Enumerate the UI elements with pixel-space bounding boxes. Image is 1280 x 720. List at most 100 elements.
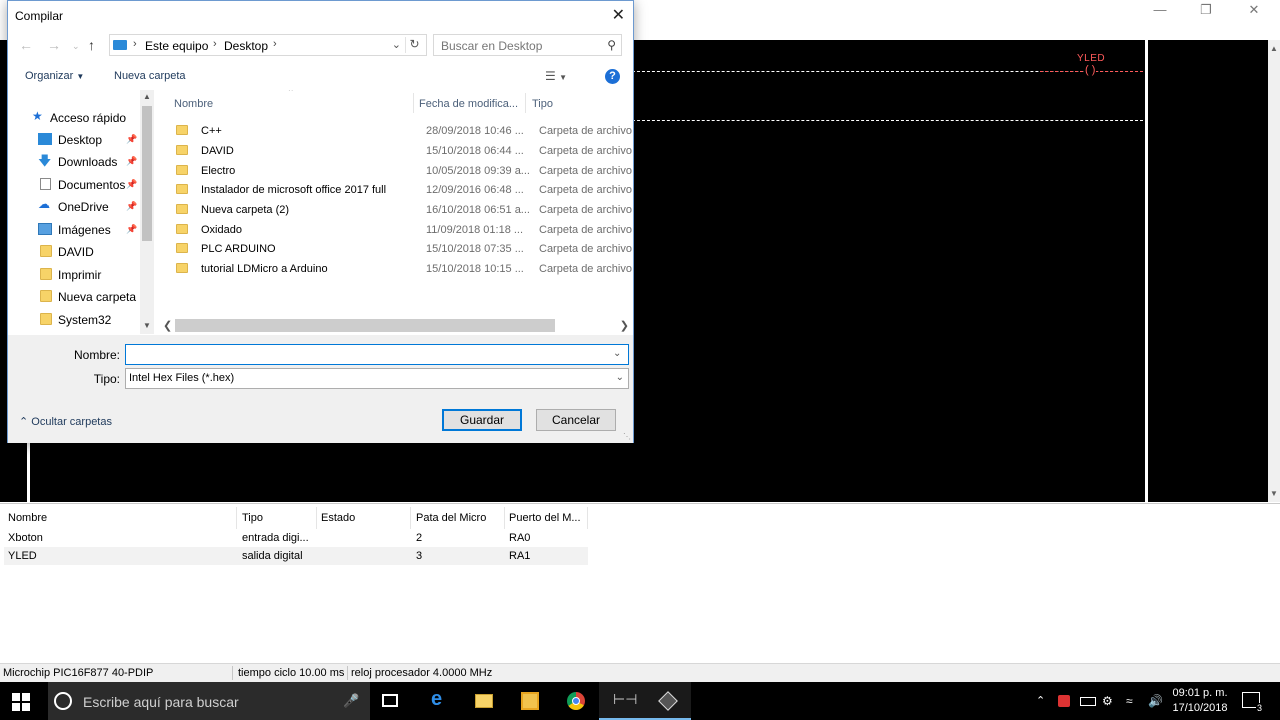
notification-count-badge: 3: [1255, 703, 1263, 713]
column-header-name[interactable]: Nombre: [174, 98, 213, 110]
up-arrow-icon[interactable]: ↑: [88, 37, 95, 53]
nav-item-images[interactable]: Imágenes 📌: [8, 220, 148, 240]
new-folder-button[interactable]: Nueva carpeta: [114, 70, 186, 82]
hide-folders-toggle[interactable]: ⌃ Ocultar carpetas: [19, 415, 112, 428]
nav-item-desktop[interactable]: Desktop 📌: [8, 130, 148, 150]
pin-icon: 📌: [126, 224, 138, 234]
column-header-date[interactable]: Fecha de modifica...: [419, 98, 518, 110]
file-date: 12/09/2016 06:48 ...: [426, 184, 524, 196]
organize-button[interactable]: Organizar ▼: [25, 70, 84, 82]
wifi-icon[interactable]: ≈: [1126, 694, 1133, 708]
compiler-app-icon[interactable]: [645, 682, 691, 720]
file-list-horizontal-scrollbar[interactable]: ❮ ❯: [158, 317, 632, 334]
antivirus-icon[interactable]: [1058, 695, 1070, 707]
scroll-up-icon[interactable]: ▲: [1270, 44, 1278, 53]
maximize-button[interactable]: ❐: [1186, 2, 1226, 18]
refresh-icon[interactable]: ↻: [405, 37, 423, 53]
io-cell-pin: 2: [416, 532, 423, 544]
file-row[interactable]: Oxidado 11/09/2018 01:18 ... Carpeta de …: [170, 221, 632, 240]
nav-item-downloads[interactable]: 🡇 Downloads 📌: [8, 152, 148, 172]
nav-item-quick-access[interactable]: ★ Acceso rápido: [8, 108, 148, 128]
column-header-type[interactable]: Tipo: [532, 98, 553, 110]
cortana-icon[interactable]: [54, 692, 72, 710]
status-separator: [232, 666, 233, 680]
scroll-right-icon[interactable]: ❯: [620, 319, 629, 332]
windows-start-icon[interactable]: [12, 693, 30, 711]
address-bar[interactable]: › Este equipo › Desktop › ⌄ ↻: [109, 34, 427, 56]
taskbar-clock[interactable]: 09:01 p. m. 17/10/2018: [1172, 686, 1228, 716]
photos-app-icon[interactable]: [507, 682, 553, 720]
ldmicro-app-icon[interactable]: ⊢⊣: [599, 682, 645, 720]
chrome-browser-icon[interactable]: [553, 682, 599, 720]
file-row[interactable]: DAVID 15/10/2018 06:44 ... Carpeta de ar…: [170, 142, 632, 161]
search-input[interactable]: Buscar en Desktop ⚲: [433, 34, 622, 56]
task-view-icon[interactable]: [368, 682, 414, 720]
filename-dropdown-icon[interactable]: ⌄: [613, 348, 621, 359]
taskbar-search-box[interactable]: Escribe aquí para buscar 🎤: [48, 682, 370, 720]
battery-icon[interactable]: [1080, 697, 1096, 706]
nav-item-system32[interactable]: System32: [8, 310, 148, 330]
resize-grip-icon[interactable]: ⋱: [623, 432, 631, 441]
breadcrumb-este-equipo[interactable]: Este equipo: [145, 39, 208, 53]
io-col-type[interactable]: Tipo: [242, 512, 263, 524]
cloud-icon: ☁: [38, 197, 50, 211]
io-col-pin[interactable]: Pata del Micro: [416, 512, 486, 524]
navigation-pane-scrollbar[interactable]: ▲ ▼: [140, 90, 154, 334]
scrollbar-thumb[interactable]: [142, 106, 152, 241]
filetype-select[interactable]: Intel Hex Files (*.hex) ⌄: [125, 368, 629, 389]
file-row[interactable]: PLC ARDUINO 15/10/2018 07:35 ... Carpeta…: [170, 240, 632, 259]
coil-symbol[interactable]: ( ): [1084, 64, 1097, 76]
nav-item-onedrive[interactable]: ☁ OneDrive 📌: [8, 197, 148, 217]
file-name: Oxidado: [201, 224, 242, 236]
scroll-down-icon[interactable]: ▼: [143, 321, 151, 330]
breadcrumb-chevron-icon[interactable]: ›: [133, 38, 137, 50]
scroll-up-icon[interactable]: ▲: [143, 92, 151, 101]
minimize-button[interactable]: —: [1140, 2, 1180, 18]
ladder-vertical-scrollbar[interactable]: ▲ ▼: [1268, 40, 1280, 502]
close-button[interactable]: ✕: [1234, 2, 1274, 18]
volume-icon[interactable]: 🔊: [1148, 694, 1163, 708]
cancel-button[interactable]: Cancelar: [536, 409, 616, 431]
column-separator[interactable]: [413, 93, 414, 113]
microphone-icon[interactable]: 🎤: [343, 693, 359, 709]
edge-browser-icon[interactable]: e: [416, 682, 462, 720]
file-row[interactable]: Electro 10/05/2018 09:39 a... Carpeta de…: [170, 162, 632, 181]
io-row[interactable]: YLED salida digital 3 RA1: [4, 547, 588, 565]
nav-item-david[interactable]: DAVID: [8, 242, 148, 262]
nav-item-documents[interactable]: Documentos 📌: [8, 175, 148, 195]
view-options-icon[interactable]: ☰ ▼: [545, 69, 567, 83]
file-row[interactable]: Nueva carpeta (2) 16/10/2018 06:51 a... …: [170, 201, 632, 220]
action-center-icon[interactable]: 3: [1242, 692, 1263, 713]
file-name: Nueva carpeta (2): [201, 204, 290, 216]
io-col-name[interactable]: Nombre: [8, 512, 47, 524]
nav-item-nueva-carpeta[interactable]: Nueva carpeta (2: [8, 287, 150, 307]
scroll-left-icon[interactable]: ❮: [163, 319, 172, 332]
io-col-state[interactable]: Estado: [321, 512, 355, 524]
file-row[interactable]: Instalador de microsoft office 2017 full…: [170, 181, 632, 200]
search-icon[interactable]: ⚲: [607, 38, 616, 52]
file-row[interactable]: tutorial LDMicro a Arduino 15/10/2018 10…: [170, 260, 632, 279]
forward-arrow-icon[interactable]: →: [47, 37, 61, 53]
dialog-close-icon[interactable]: ✕: [612, 5, 625, 25]
scroll-down-icon[interactable]: ▼: [1270, 489, 1278, 498]
save-button[interactable]: Guardar: [442, 409, 522, 431]
breadcrumb-desktop[interactable]: Desktop: [224, 39, 268, 53]
nav-item-imprimir[interactable]: Imprimir: [8, 265, 148, 285]
io-col-port[interactable]: Puerto del M...: [509, 512, 581, 524]
filename-input[interactable]: [125, 344, 629, 365]
show-hidden-icons-chevron-icon[interactable]: ⌃: [1036, 694, 1045, 707]
scrollbar-thumb[interactable]: [175, 319, 555, 332]
breadcrumb-chevron-icon[interactable]: ›: [273, 38, 277, 50]
column-separator[interactable]: [525, 93, 526, 113]
help-icon[interactable]: ?: [605, 69, 620, 84]
file-explorer-icon[interactable]: [461, 682, 507, 720]
breadcrumb-chevron-icon[interactable]: ›: [213, 38, 217, 50]
back-arrow-icon[interactable]: ←: [19, 37, 33, 53]
recent-locations-chevron-icon[interactable]: ⌄: [72, 41, 80, 52]
io-row[interactable]: Xboton entrada digi... 2 RA0: [4, 529, 588, 547]
file-row[interactable]: C++ 28/09/2018 10:46 ... Carpeta de arch…: [170, 122, 632, 141]
network-settings-icon[interactable]: ⚙: [1102, 694, 1113, 708]
folder-icon: [40, 268, 52, 280]
folder-icon: [176, 224, 188, 234]
address-dropdown-icon[interactable]: ⌄: [392, 38, 401, 51]
